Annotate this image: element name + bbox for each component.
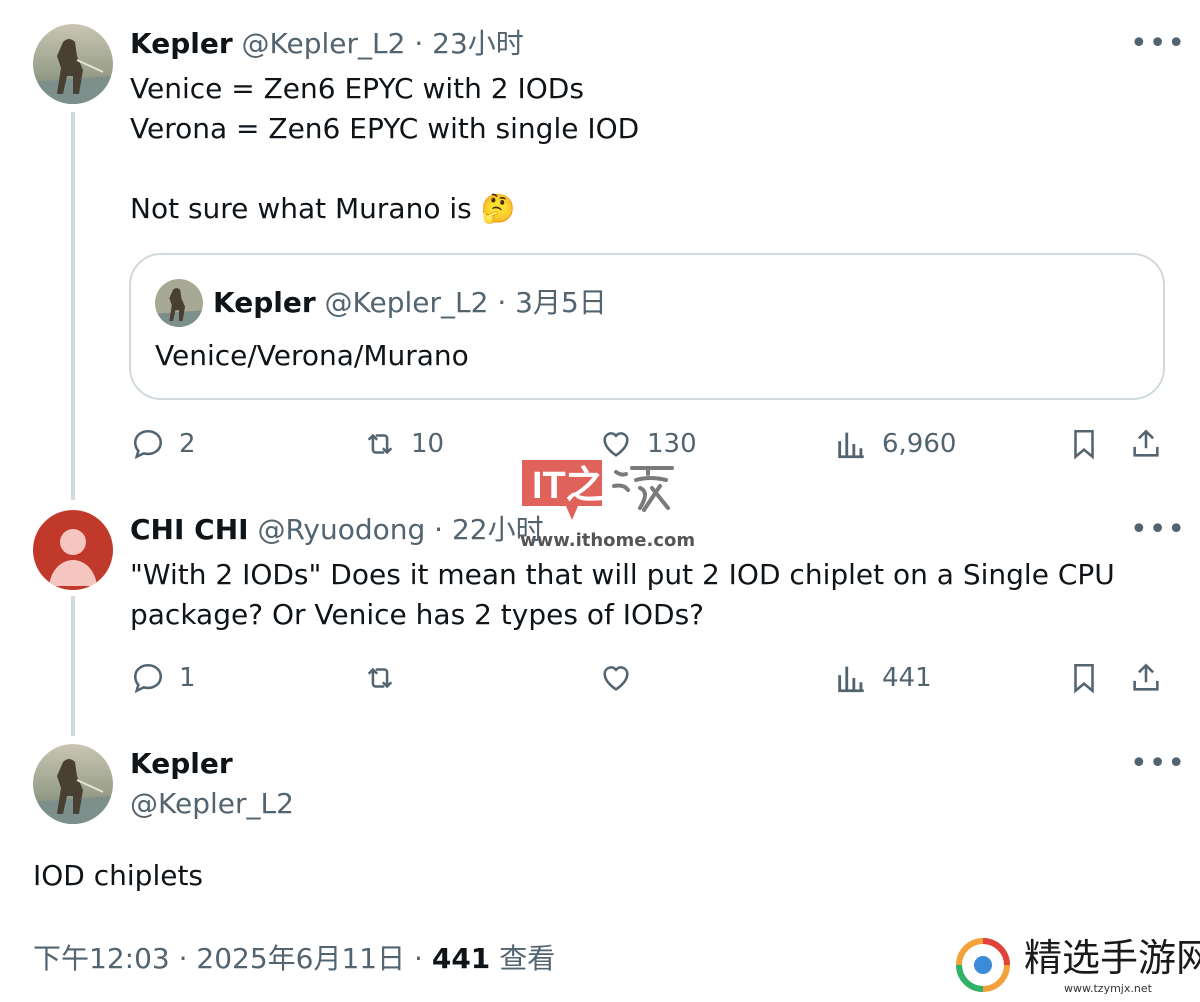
like-icon [603,666,629,691]
repost-icon [367,667,393,689]
author-name[interactable]: Kepler [130,27,233,60]
tweet-text: "With 2 IODs" Does it mean that will put… [130,558,1115,631]
share-button[interactable] [1129,427,1163,461]
bookmark-icon [1074,429,1094,460]
tweet-date[interactable]: 2025年6月11日 [196,942,405,975]
quote-header: Kepler @Kepler_L2 · 3月5日 [213,286,607,319]
more-icon[interactable]: ••• [1130,749,1186,779]
ithome-watermark: IT之家 www.ithome.com [520,458,695,554]
site-name: 精选手游网 [1024,936,1200,980]
site-logo-icon [956,938,1010,992]
bookmark-icon [1074,663,1094,694]
author-handle[interactable]: @Ryuodong [257,513,425,546]
main-tweet-text: IOD chiplets [33,859,204,892]
share-icon [1133,663,1159,691]
repost-button[interactable] [363,661,397,695]
reply-button[interactable]: 1 [131,661,196,695]
views-icon [838,432,864,459]
main-author-handle[interactable]: @Kepler_L2 [130,786,294,822]
kepler-avatar[interactable] [33,744,113,824]
kepler-avatar[interactable] [33,24,113,104]
tweet-header: CHI CHI @Ryuodong · 22小时 [130,513,544,546]
thread-line [71,596,75,736]
thread-line [71,112,75,500]
like-button[interactable] [599,661,633,695]
view-label: 查看 [499,942,556,975]
views-button[interactable]: 6,960 [834,427,956,461]
tweet-time[interactable]: 下午12:03 [33,942,170,975]
like-button[interactable]: 130 [599,427,697,461]
reply-icon [133,663,163,694]
tweet-time[interactable]: 23小时 [432,27,524,60]
share-icon [1133,429,1159,457]
ithome-url: www.ithome.com [520,530,696,551]
views-icon [838,666,864,693]
author-handle[interactable]: @Kepler_L2 [242,27,406,60]
tweet-header: Kepler @Kepler_L2 · 23小时 [130,27,524,60]
bookmark-button[interactable] [1067,661,1101,695]
ithome-logo: IT之家 [522,460,674,520]
repost-button[interactable]: 10 [363,427,444,461]
views-button[interactable]: 441 [834,661,932,695]
reply-icon [133,429,163,460]
repost-icon [367,433,393,455]
author-name[interactable]: CHI CHI [130,513,249,546]
tweet-time[interactable]: 22小时 [452,513,544,546]
tweet-text: Venice = Zen6 EPYC with 2 IODs Verona = … [130,72,640,225]
thinking-emoji: 🤔 [480,192,516,225]
quote-avatar [155,279,203,327]
more-icon[interactable]: ••• [1130,29,1186,59]
tweet-timestamp: 下午12:03 · 2025年6月11日 · 441 查看 [33,942,556,975]
quoted-tweet[interactable]: Kepler @Kepler_L2 · 3月5日 Venice/Verona/M… [129,253,1165,400]
main-author-name[interactable]: Kepler [130,746,233,782]
quote-text: Venice/Verona/Murano [155,339,469,372]
view-count: 441 [431,942,491,975]
reply-button[interactable]: 2 [131,427,196,461]
share-button[interactable] [1129,661,1163,695]
like-icon [603,432,629,457]
chichi-avatar[interactable] [33,510,113,590]
bookmark-button[interactable] [1067,427,1101,461]
site-watermark: 精选手游网 www.tzymjx.net [952,932,1200,998]
more-icon[interactable]: ••• [1130,515,1186,545]
site-url: www.tzymjx.net [1064,982,1152,995]
